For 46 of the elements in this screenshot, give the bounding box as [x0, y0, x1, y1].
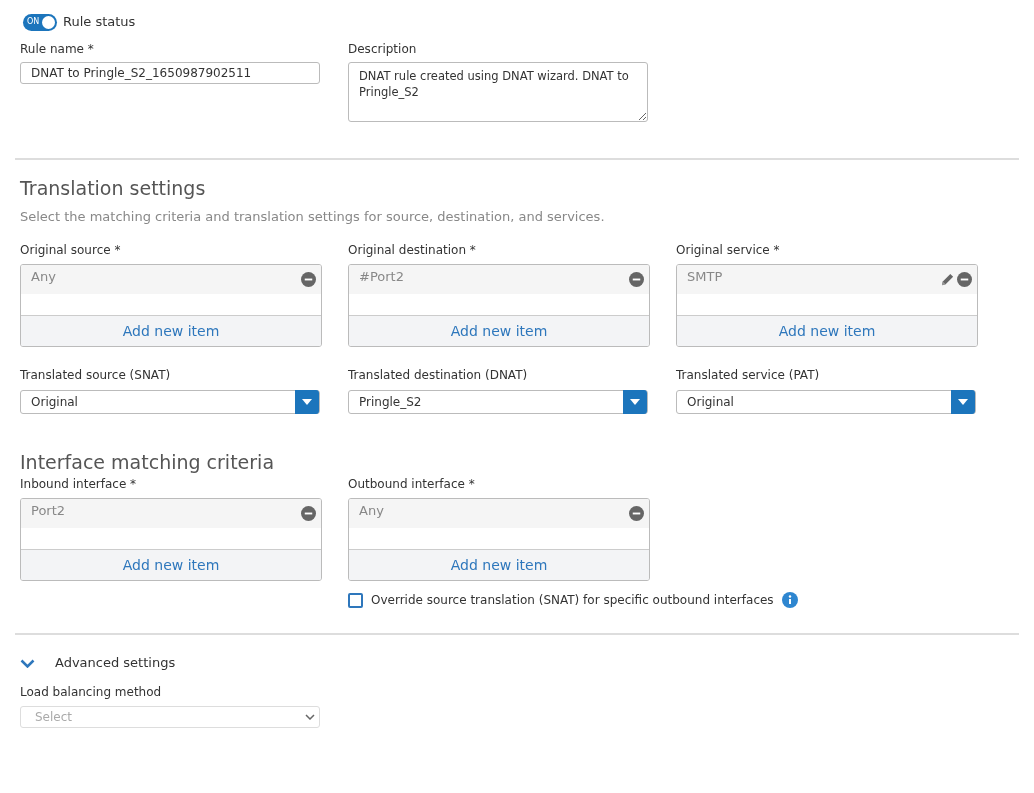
- add-item-button[interactable]: Add new item: [677, 315, 977, 346]
- chevron-down-icon[interactable]: [20, 658, 35, 668]
- chevron-down-icon: [305, 714, 315, 720]
- field-label: Outbound interface *: [348, 476, 476, 492]
- list-item: Any: [359, 502, 384, 520]
- field-label: Original source *: [20, 242, 122, 258]
- section-description: Select the matching criteria and translation settings for source, destination, and services.: [19, 208, 606, 226]
- dropdown[interactable]: Original: [20, 390, 320, 414]
- info-icon[interactable]: [781, 592, 798, 608]
- remove-icon[interactable]: [301, 506, 316, 521]
- field-label: Original service *: [676, 242, 781, 258]
- list-item: #Port2: [359, 268, 404, 286]
- field-label: Translated source (SNAT): [20, 367, 172, 383]
- remove-icon[interactable]: [629, 272, 644, 287]
- description-field[interactable]: DNAT rule created using DNAT wizard. DNAT to Pringle_S2: [348, 62, 648, 122]
- field-label: Inbound interface *: [20, 476, 138, 492]
- field-label: Load balancing method: [19, 684, 163, 700]
- field-label: Original destination *: [348, 242, 477, 258]
- toggle-label: Rule status: [63, 13, 136, 32]
- list-item: Any: [31, 268, 56, 286]
- caret-icon: [630, 399, 640, 405]
- pencil-icon[interactable]: [940, 272, 955, 287]
- list-item: Port2: [31, 502, 66, 520]
- rule-name-field[interactable]: DNAT to Pringle_S2_1650987902511: [20, 62, 320, 84]
- toggle-switch[interactable]: ON: [23, 13, 57, 31]
- checkbox-label: Override source translation (SNAT) for specific outbound interfaces: [371, 592, 774, 609]
- field-label: Translated destination (DNAT): [348, 367, 529, 383]
- add-item-button[interactable]: Add new item: [21, 549, 321, 580]
- remove-icon[interactable]: [957, 272, 972, 287]
- section-title: Translation settings: [19, 176, 207, 200]
- field-label: Translated service (PAT): [676, 367, 821, 383]
- section-title: Interface matching criteria: [19, 450, 276, 474]
- remove-icon[interactable]: [629, 506, 644, 521]
- caret-icon: [958, 399, 968, 405]
- section-toggle-label[interactable]: Advanced settings: [55, 653, 176, 673]
- add-item-button[interactable]: Add new item: [349, 549, 649, 580]
- field-label: Description: [348, 41, 418, 57]
- add-item-button[interactable]: Add new item: [21, 315, 321, 346]
- field-label: Rule name *: [20, 41, 95, 57]
- caret-icon: [302, 399, 312, 405]
- list-item: SMTP: [687, 268, 723, 286]
- dropdown[interactable]: Original: [676, 390, 976, 414]
- remove-icon[interactable]: [301, 272, 316, 287]
- add-item-button[interactable]: Add new item: [349, 315, 649, 346]
- checkbox[interactable]: [348, 592, 363, 608]
- dropdown[interactable]: Pringle_S2: [348, 390, 648, 414]
